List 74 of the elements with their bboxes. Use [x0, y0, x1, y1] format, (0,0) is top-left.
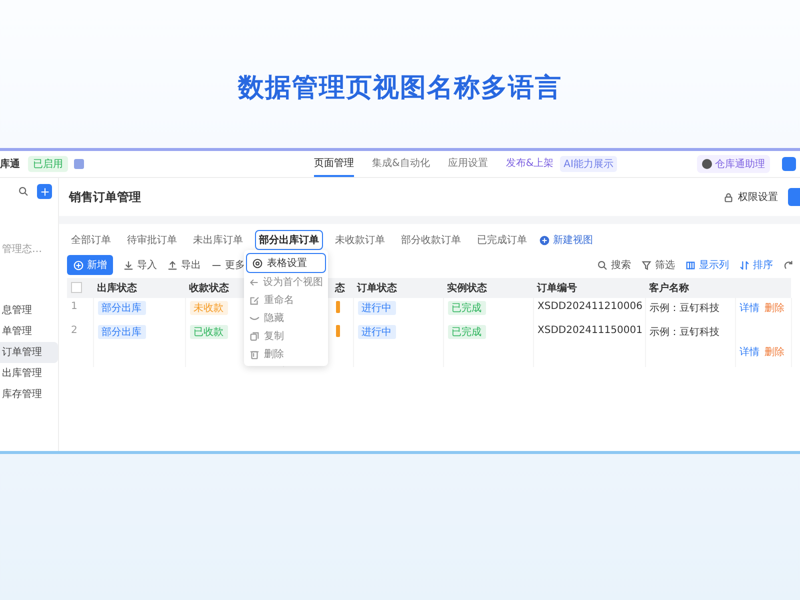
download-icon	[123, 260, 134, 270]
status-tag: 部分出库	[98, 325, 146, 339]
view-tab[interactable]: 待审批订单	[123, 230, 181, 250]
user-chip[interactable]: 仓库通助理	[697, 155, 770, 173]
table-cell: XSDD202411210006	[538, 301, 642, 312]
export-button[interactable]: 导出	[167, 258, 201, 272]
view-tab[interactable]: 未出库订单	[189, 230, 247, 250]
details-link[interactable]: 详情	[740, 345, 760, 359]
nav-tab[interactable]: 发布&上架	[506, 151, 554, 177]
gear-icon	[252, 258, 263, 268]
row-number: 2	[71, 325, 78, 336]
menu-item[interactable]: 重命名	[244, 291, 328, 309]
select-all-checkbox[interactable]	[71, 282, 82, 294]
nav-tab[interactable]: 应用设置	[448, 151, 488, 177]
view-tab[interactable]: 未收款订单	[331, 230, 389, 250]
column-header[interactable]: 订单编号	[537, 283, 577, 294]
search-icon	[18, 186, 29, 197]
sort-icon	[739, 260, 750, 270]
table-cell: 示例：豆钉科技	[650, 327, 720, 338]
arrow-icon	[249, 276, 259, 288]
status-tag: 部分出库	[98, 301, 146, 315]
sidebar-item[interactable]: 出库管理	[0, 363, 58, 384]
table-cell: XSDD202411150001	[538, 325, 642, 336]
plus-circle-icon	[73, 260, 84, 270]
add-button[interactable]: 新增	[67, 255, 113, 275]
sidebar-item[interactable]: 息管理	[0, 300, 58, 321]
app-name: 库通	[0, 157, 20, 171]
ai-badge[interactable]: AI能力展示	[560, 156, 618, 172]
details-link[interactable]: 详情	[740, 301, 760, 315]
menu-item[interactable]: 表格设置	[246, 253, 326, 273]
status-tag: 进行中	[358, 301, 396, 315]
nav-tab[interactable]: 集成&自动化	[372, 151, 430, 177]
headline: 数据管理页视图名称多语言	[236, 72, 563, 105]
search-button[interactable]: 搜索	[597, 258, 631, 272]
sort-button[interactable]: 排序	[739, 258, 773, 272]
menu-item[interactable]: 复制	[244, 327, 328, 345]
import-button[interactable]: 导入	[123, 258, 157, 272]
row-number: 1	[71, 301, 78, 312]
menu-item[interactable]: 设为首个视图	[244, 273, 328, 291]
view-tab[interactable]: 已完成订单	[473, 230, 531, 250]
view-tab[interactable]: 全部订单	[67, 230, 115, 250]
page-title: 销售订单管理	[69, 188, 141, 206]
more-button[interactable]: 更多	[211, 258, 245, 272]
status-tag: 未收款	[190, 301, 228, 315]
menu-item[interactable]: 删除	[244, 345, 328, 363]
permission-button[interactable]: 权限设置	[723, 190, 778, 204]
filter-button[interactable]: 筛选	[641, 258, 675, 272]
lock-icon	[723, 192, 734, 202]
sidebar-item[interactable]: 库存管理	[0, 384, 58, 405]
filter-icon	[641, 260, 652, 270]
status-tag: 已完成	[448, 301, 486, 315]
column-header[interactable]: 态	[335, 283, 345, 294]
columns-button[interactable]: 显示列	[685, 258, 729, 272]
new-view-button[interactable]: 新建视图	[539, 233, 593, 247]
status-tag: 进行中	[358, 325, 396, 339]
upload-icon	[167, 260, 178, 270]
columns-icon	[685, 260, 696, 270]
status-tag: 已收款	[190, 325, 228, 339]
menu-item[interactable]: 隐藏	[244, 309, 328, 327]
status-tag: 已完成	[448, 325, 486, 339]
trash-icon	[249, 348, 260, 360]
view-tab[interactable]: 部分收款订单	[397, 230, 465, 250]
refresh-icon	[783, 260, 794, 270]
avatar-icon	[702, 159, 712, 169]
table-cell: 示例：豆钉科技	[650, 303, 720, 314]
plus-circle-icon	[539, 234, 550, 246]
status-badge: 已启用	[28, 156, 68, 172]
edit-icon	[249, 294, 260, 306]
copy-icon	[249, 330, 260, 342]
search-icon	[597, 260, 608, 270]
sidebar-item[interactable]: 单管理	[0, 321, 58, 342]
sidebar-item[interactable]: 订单管理	[0, 342, 58, 363]
add-button[interactable]	[37, 184, 52, 199]
plus-icon	[40, 186, 50, 196]
